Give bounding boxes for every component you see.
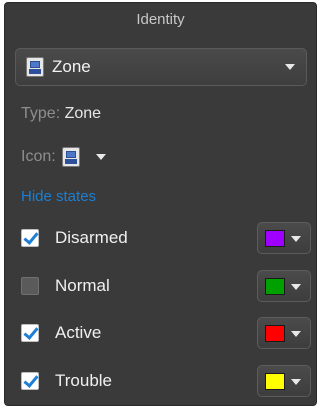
state-label: Active — [55, 323, 102, 342]
color-swatch — [265, 278, 285, 295]
state-label: Normal — [55, 276, 110, 295]
trouble-color-picker[interactable] — [257, 365, 311, 397]
state-row-trouble: Trouble — [21, 364, 311, 398]
icon-label: Icon: — [21, 148, 56, 165]
state-row-normal: Normal — [21, 269, 311, 303]
panel-title: Identity — [136, 11, 185, 28]
entity-type-dropdown[interactable]: Zone — [15, 48, 307, 86]
state-label: Trouble — [55, 371, 113, 390]
chevron-down-icon — [291, 379, 301, 385]
state-row-active: Active — [21, 316, 311, 350]
icon-picker-button[interactable] — [61, 147, 80, 167]
color-swatch — [265, 325, 285, 342]
active-checkbox[interactable] — [21, 324, 39, 342]
hide-states-link[interactable]: Hide states — [21, 188, 96, 205]
normal-checkbox[interactable] — [21, 277, 39, 295]
type-value: Zone — [64, 105, 102, 122]
type-label: Type: — [21, 105, 61, 122]
trouble-checkbox[interactable] — [21, 372, 39, 390]
color-swatch — [265, 373, 285, 390]
state-label: Disarmed — [55, 228, 128, 247]
identity-panel: Identity Zone Type: Zone Icon: Hide stat… — [4, 2, 317, 406]
disarmed-color-picker[interactable] — [257, 222, 311, 254]
icon-field: Icon: — [21, 146, 106, 168]
chevron-down-icon — [291, 331, 301, 337]
entity-type-value: Zone — [52, 57, 91, 76]
zone-icon — [26, 57, 44, 77]
type-field: Type: Zone — [21, 105, 101, 123]
normal-color-picker[interactable] — [257, 270, 311, 302]
active-color-picker[interactable] — [257, 317, 311, 349]
chevron-down-icon — [291, 284, 301, 290]
state-row-disarmed: Disarmed — [21, 221, 311, 255]
disarmed-checkbox[interactable] — [21, 229, 39, 247]
color-swatch — [265, 230, 285, 247]
icon-picker-chevron-icon[interactable] — [95, 154, 106, 160]
chevron-down-icon — [291, 236, 301, 242]
chevron-down-icon — [285, 64, 295, 70]
